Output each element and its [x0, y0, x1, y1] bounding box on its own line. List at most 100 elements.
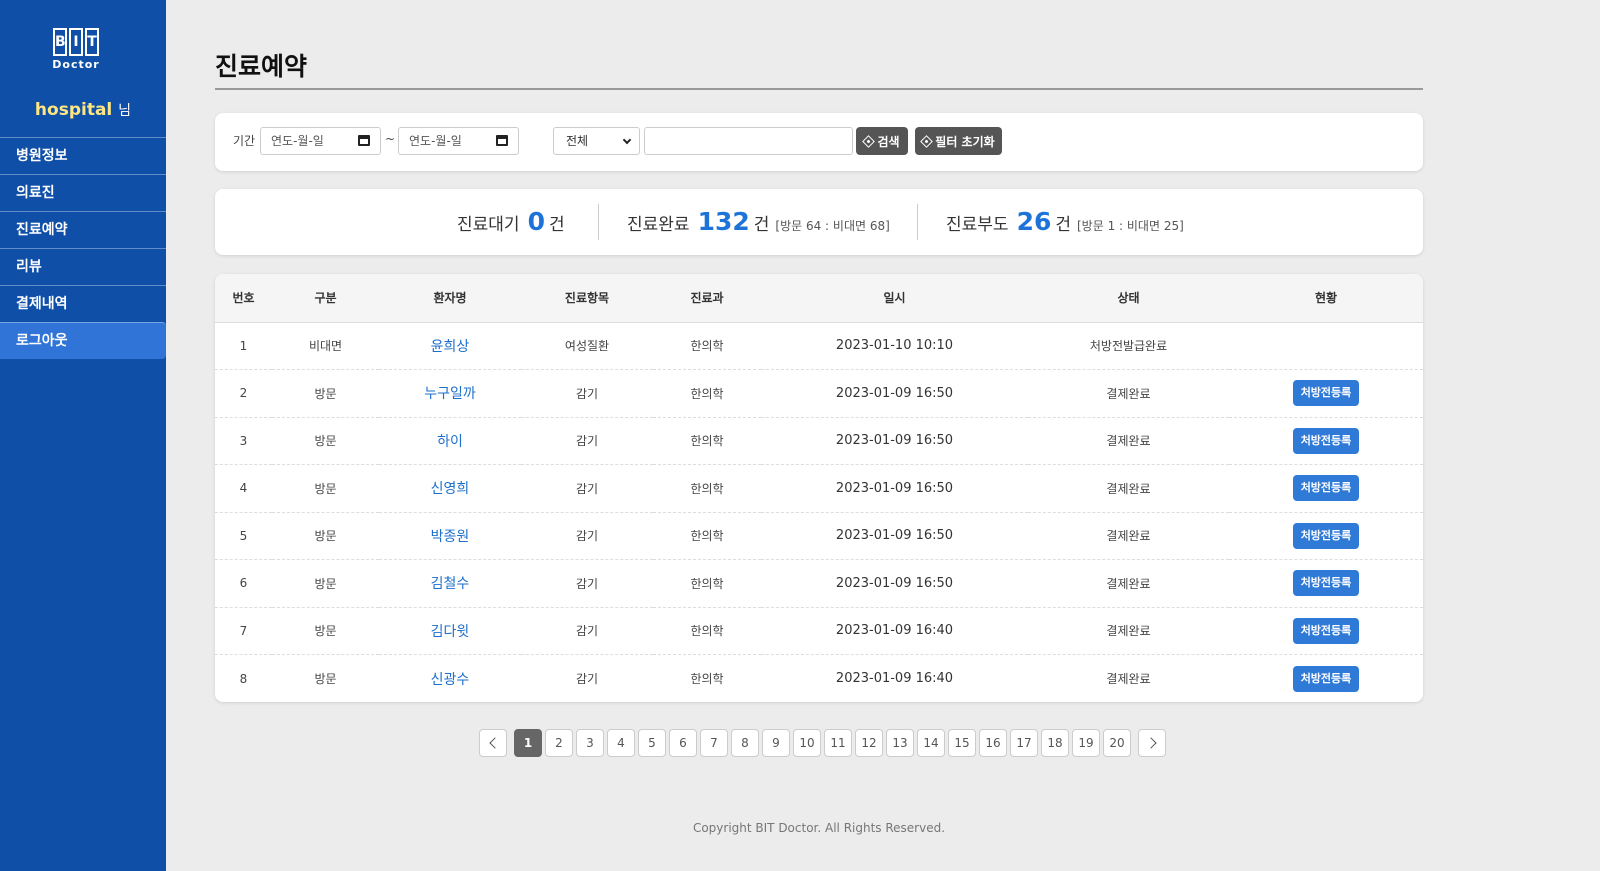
page-button[interactable]: 2 [545, 729, 573, 757]
row-number: 6 [239, 576, 248, 591]
page-button[interactable]: 12 [855, 729, 883, 757]
row-datetime: 2023-01-09 16:40 [835, 671, 954, 686]
sidebar-item-reservations[interactable]: 진료예약 [0, 211, 166, 248]
stat-absent: 진료부도 26 건 [방문 1 : 비대면 25] [946, 207, 1184, 236]
row-patient-link[interactable]: 신광수 [379, 655, 521, 703]
sidebar-nav: 병원정보 의료진 진료예약 리뷰 결제내역 로그아웃 [0, 137, 166, 359]
row-patient-link[interactable]: 누구일까 [379, 370, 521, 418]
page-button[interactable]: 11 [824, 729, 852, 757]
page-button[interactable]: 7 [700, 729, 728, 757]
sidebar-item-medical-staff[interactable]: 의료진 [0, 174, 166, 211]
date-to-placeholder: 연도-월-일 [409, 134, 462, 148]
logo-subtitle: Doctor [52, 58, 100, 71]
stat-waiting-count: 0 [527, 207, 545, 236]
row-type: 방문 [314, 576, 337, 591]
page-button[interactable]: 18 [1041, 729, 1069, 757]
stat-waiting-unit: 건 [548, 215, 565, 235]
row-status: 결제완료 [1106, 624, 1151, 639]
row-status: 결제완료 [1106, 529, 1151, 544]
register-prescription-button[interactable]: 처방전등록 [1292, 665, 1360, 692]
row-action-cell: 처방전등록 [1229, 512, 1423, 560]
row-action-cell [1229, 322, 1423, 370]
row-item: 감기 [575, 672, 599, 686]
register-prescription-button[interactable]: 처방전등록 [1292, 427, 1360, 454]
page-button[interactable]: 20 [1103, 729, 1131, 757]
reset-filter-button[interactable]: 필터 초기화 [915, 127, 1002, 155]
page-button[interactable]: 5 [638, 729, 666, 757]
stat-waiting: 진료대기 0 건 [457, 207, 565, 236]
table-header-row: 번호 구분 환자명 진료항목 진료과 일시 상태 현황 [215, 274, 1423, 323]
row-dept: 한의학 [690, 529, 724, 544]
column-header-number: 번호 [215, 274, 272, 323]
row-dept: 한의학 [690, 624, 724, 639]
column-header-action: 현황 [1229, 274, 1423, 323]
page-button[interactable]: 14 [917, 729, 945, 757]
row-datetime: 2023-01-09 16:50 [835, 480, 954, 496]
stat-absent-detail: [방문 1 : 비대면 25] [1077, 219, 1184, 233]
stat-absent-count: 26 [1016, 207, 1052, 236]
row-patient-link[interactable]: 하이 [379, 417, 521, 465]
row-patient-link[interactable]: 윤희상 [379, 322, 521, 370]
next-page-button[interactable] [1138, 729, 1166, 757]
column-header-status: 상태 [1028, 274, 1229, 323]
row-patient-link[interactable]: 신영희 [379, 465, 521, 513]
page-button[interactable]: 16 [979, 729, 1007, 757]
logo[interactable]: B I T Doctor [52, 28, 100, 74]
row-type: 방문 [314, 434, 337, 449]
sidebar-item-logout[interactable]: 로그아웃 [0, 322, 166, 359]
stat-done-unit: 건 [753, 215, 770, 235]
sidebar-item-reviews[interactable]: 리뷰 [0, 248, 166, 285]
footer-copyright: Copyright BIT Doctor. All Rights Reserve… [692, 821, 946, 835]
page-button[interactable]: 6 [669, 729, 697, 757]
row-type: 방문 [314, 672, 337, 686]
user-suffix: 님 [118, 103, 132, 119]
page-button[interactable]: 17 [1010, 729, 1038, 757]
date-from-input[interactable]: 연도-월-일 [260, 127, 381, 155]
previous-page-button[interactable] [479, 729, 507, 757]
category-select[interactable]: 전체 [553, 127, 640, 155]
page-button[interactable]: 4 [607, 729, 635, 757]
row-type: 비대면 [308, 339, 343, 354]
sidebar-item-payments[interactable]: 결제내역 [0, 285, 166, 322]
stat-done-detail: [방문 64 : 비대면 68] [775, 219, 890, 233]
page-button[interactable]: 1 [514, 729, 542, 757]
sidebar: B I T Doctor hospital 님 병원정보 의료진 진료예약 리뷰… [0, 0, 166, 871]
row-item: 감기 [575, 434, 599, 449]
page-button[interactable]: 3 [576, 729, 604, 757]
row-patient-link[interactable]: 박종원 [379, 512, 521, 560]
page-button[interactable]: 8 [731, 729, 759, 757]
user-name: hospital [34, 100, 113, 120]
register-prescription-button[interactable]: 처방전등록 [1292, 522, 1360, 549]
logo-letter: I [69, 28, 83, 56]
filter-panel: 기간 연도-월-일 ~ 연도-월-일 전체 검색 필터 초기화 [215, 113, 1423, 171]
row-action-cell: 처방전등록 [1229, 655, 1423, 703]
row-dept: 한의학 [690, 434, 724, 449]
page-button[interactable]: 15 [948, 729, 976, 757]
register-prescription-button[interactable]: 처방전등록 [1292, 475, 1360, 502]
table-row: 1 비대면 윤희상 여성질환 한의학 2023-01-10 10:10 처방전발… [215, 322, 1423, 370]
row-dept: 한의학 [690, 386, 724, 401]
page-button[interactable]: 9 [762, 729, 790, 757]
row-status: 결제완료 [1106, 481, 1151, 496]
page-button[interactable]: 10 [793, 729, 821, 757]
sidebar-item-hospital-info[interactable]: 병원정보 [0, 137, 166, 174]
page-button[interactable]: 19 [1072, 729, 1100, 757]
date-to-input[interactable]: 연도-월-일 [398, 127, 519, 155]
row-item: 감기 [575, 576, 599, 591]
calendar-icon[interactable] [496, 135, 508, 146]
user-greeting: hospital 님 [0, 100, 166, 120]
row-status: 처방전발급완료 [1089, 339, 1168, 354]
calendar-icon[interactable] [358, 135, 370, 146]
search-input[interactable] [644, 127, 853, 155]
page-button[interactable]: 13 [886, 729, 914, 757]
search-button[interactable]: 검색 [856, 127, 908, 155]
stat-waiting-label: 진료대기 [457, 215, 520, 235]
register-prescription-button[interactable]: 처방전등록 [1292, 617, 1360, 644]
row-number: 3 [239, 433, 248, 448]
row-patient-link[interactable]: 김다윗 [379, 607, 521, 655]
row-patient-link[interactable]: 김철수 [379, 560, 521, 608]
register-prescription-button[interactable]: 처방전등록 [1292, 570, 1360, 597]
row-item: 감기 [575, 386, 599, 401]
register-prescription-button[interactable]: 처방전등록 [1292, 380, 1360, 407]
row-action-cell: 처방전등록 [1229, 465, 1423, 513]
